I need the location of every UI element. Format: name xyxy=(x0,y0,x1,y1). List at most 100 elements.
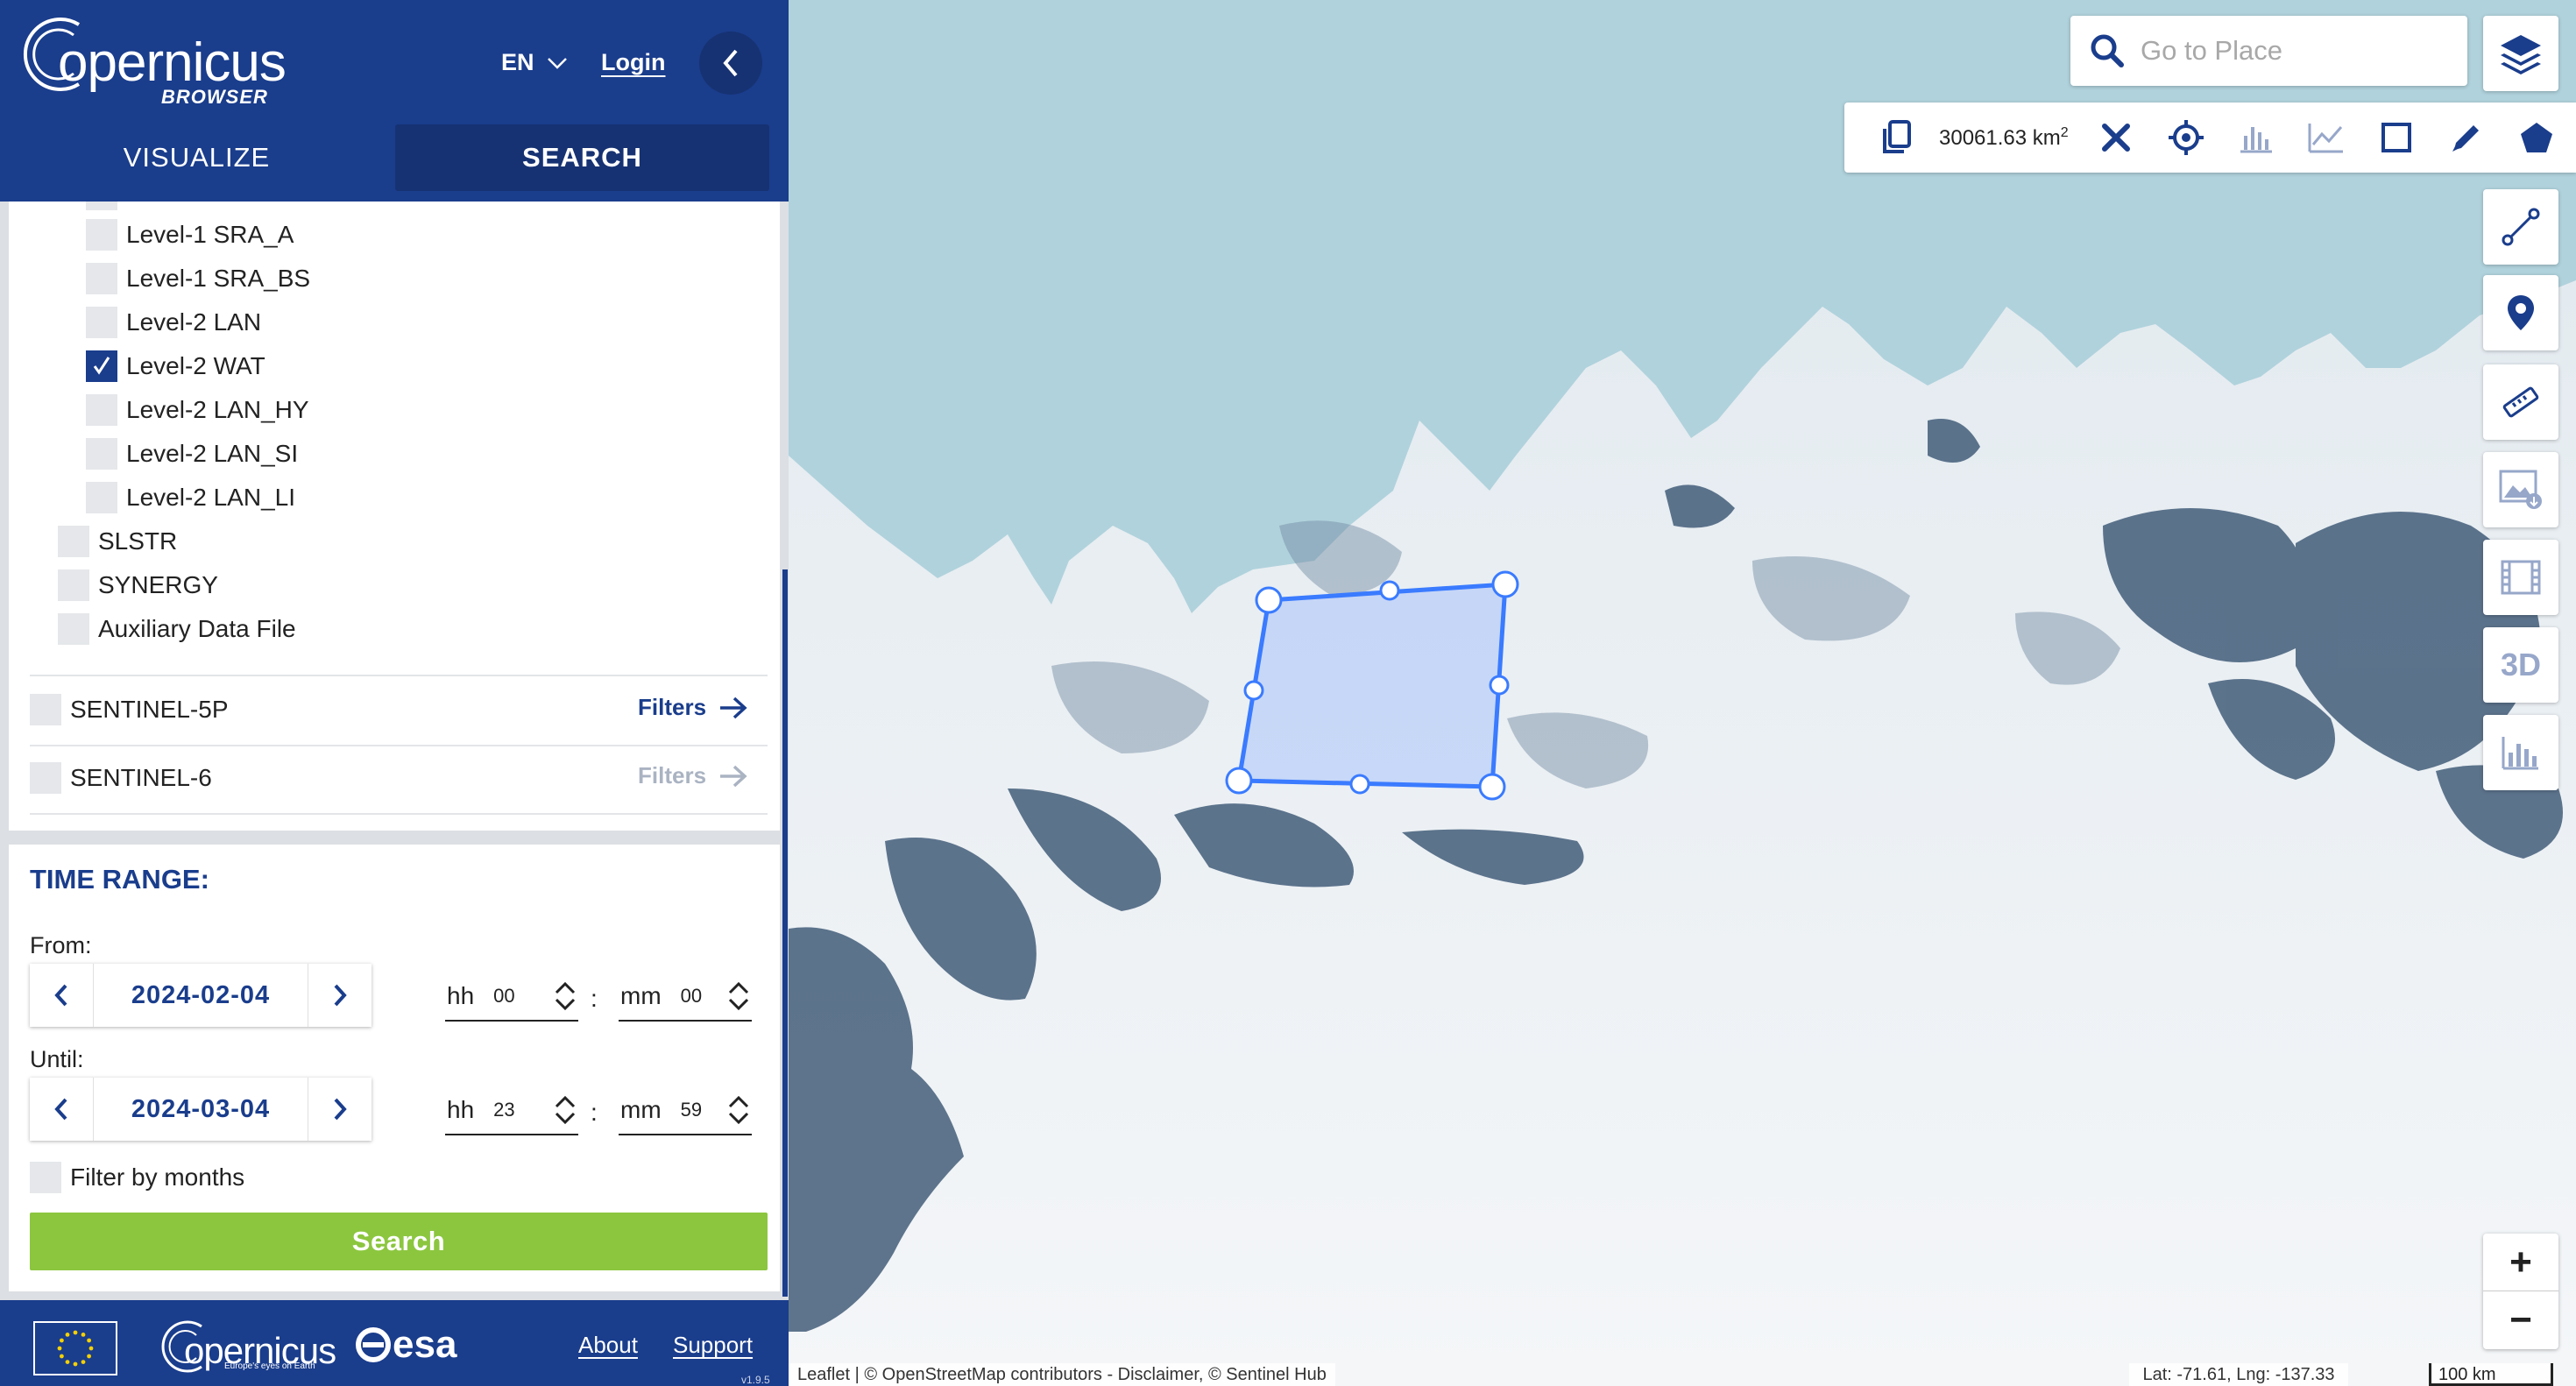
pin-button[interactable] xyxy=(2483,275,2558,350)
list-item[interactable]: Level-2 LAN_SI xyxy=(86,438,298,470)
layers-button[interactable] xyxy=(2483,16,2558,91)
tab-visualize[interactable]: VISUALIZE xyxy=(0,124,393,191)
until-hour-value[interactable]: 23 xyxy=(493,1099,528,1121)
until-date-value[interactable]: 2024-03-04 xyxy=(93,1078,308,1141)
line-chart-icon xyxy=(2308,124,2343,153)
time-range-title: TIME RANGE: xyxy=(30,864,209,895)
center-aoi-button[interactable] xyxy=(2151,103,2221,173)
edit-aoi-button[interactable] xyxy=(2431,103,2502,173)
tab-search[interactable]: SEARCH xyxy=(394,124,769,191)
checkbox[interactable] xyxy=(86,394,117,426)
eu-stars-icon xyxy=(57,1330,94,1367)
from-hour-value[interactable]: 00 xyxy=(493,985,528,1008)
stepper-icon[interactable] xyxy=(727,980,750,1012)
checkbox[interactable] xyxy=(58,569,89,601)
checkbox[interactable] xyxy=(30,694,61,725)
checkbox[interactable] xyxy=(86,219,117,251)
from-prev-day-button[interactable] xyxy=(30,964,93,1027)
header: opernicus BROWSER EN Login VISUALIZE SEA… xyxy=(0,0,789,202)
list-item[interactable]: Level-2 WAT xyxy=(86,350,265,382)
3d-view-button[interactable]: 3D xyxy=(2483,627,2558,703)
until-prev-day-button[interactable] xyxy=(30,1078,93,1141)
until-minute-value[interactable]: 59 xyxy=(681,1099,716,1121)
zoom-in-button[interactable]: + xyxy=(2483,1234,2558,1291)
place-search-box[interactable] xyxy=(2070,16,2467,86)
minute-unit-label: mm xyxy=(620,1096,662,1123)
checkbox[interactable] xyxy=(58,526,89,557)
esa-logo[interactable]: esa xyxy=(356,1323,456,1367)
list-item[interactable]: Auxiliary Data File xyxy=(58,613,296,645)
list-item[interactable]: Level-2 LAN_HY xyxy=(86,394,309,426)
measure-button[interactable] xyxy=(2483,364,2558,440)
divider xyxy=(30,675,768,676)
search-button[interactable]: Search xyxy=(30,1213,768,1270)
measure-line-button[interactable] xyxy=(2483,189,2558,265)
checkbox[interactable] xyxy=(30,762,61,794)
zoom-out-button[interactable]: − xyxy=(2483,1291,2558,1349)
login-link[interactable]: Login xyxy=(601,49,665,76)
scale-bar: 100 km xyxy=(2429,1363,2553,1386)
checkbox[interactable] xyxy=(86,482,117,513)
from-date-value[interactable]: 2024-02-04 xyxy=(93,964,308,1027)
stepper-icon[interactable] xyxy=(727,1094,750,1126)
checkbox[interactable] xyxy=(86,307,117,338)
checkbox[interactable] xyxy=(86,438,117,470)
from-next-day-button[interactable] xyxy=(308,964,372,1027)
copy-icon xyxy=(1883,120,1911,153)
logo-wordmark: opernicus xyxy=(58,32,287,93)
datasource-panel: Level-1 SRA_A Level-1 SRA_BS Level-2 LAN… xyxy=(9,202,780,831)
map-attribution[interactable]: Leaflet | © OpenStreetMap contributors -… xyxy=(789,1363,1335,1386)
sentinel-5p-filters-link[interactable]: Filters xyxy=(638,694,748,721)
from-hour-field[interactable]: hh 00 xyxy=(445,972,578,1022)
clear-aoi-button[interactable] xyxy=(2081,103,2151,173)
dataset-label: SLSTR xyxy=(98,527,178,555)
mission-row-sentinel-5p[interactable]: SENTINEL-5P xyxy=(30,694,229,725)
map-view[interactable]: Leaflet | © OpenStreetMap contributors -… xyxy=(789,0,2576,1386)
list-item[interactable]: SLSTR xyxy=(58,526,177,557)
checkbox[interactable] xyxy=(58,613,89,645)
list-item[interactable]: Level-2 LAN xyxy=(86,307,261,338)
until-minute-field[interactable]: mm 59 xyxy=(619,1086,752,1135)
draw-polygon-button[interactable] xyxy=(2502,103,2572,173)
list-item[interactable]: Level-1 SRA_A xyxy=(86,219,294,251)
stepper-icon[interactable] xyxy=(554,980,577,1012)
eu-flag-logo[interactable] xyxy=(33,1321,117,1375)
draw-rectangle-button[interactable] xyxy=(2361,103,2431,173)
list-item[interactable]: Level-1 SRA_BS xyxy=(86,263,310,294)
mission-row-sentinel-6[interactable]: SENTINEL-6 xyxy=(30,762,212,794)
place-search-input[interactable] xyxy=(2141,35,2456,67)
statistics-button[interactable] xyxy=(2221,103,2291,173)
language-selector[interactable]: EN xyxy=(501,49,568,76)
pentagon-icon xyxy=(2520,123,2552,152)
sidebar-scrollbar[interactable] xyxy=(782,569,788,1297)
checkbox-checked[interactable] xyxy=(86,350,117,382)
crosshair-icon xyxy=(2168,120,2204,155)
dataset-label: Level-2 WAT xyxy=(126,352,265,379)
dataset-label: Auxiliary Data File xyxy=(98,615,296,642)
checkbox[interactable] xyxy=(30,1162,61,1193)
collapse-sidebar-button[interactable] xyxy=(699,32,762,95)
aoi-polygon xyxy=(1225,570,1519,801)
sentinel-6-filters-link[interactable]: Filters xyxy=(638,762,748,789)
checkbox[interactable] xyxy=(86,263,117,294)
chevron-left-icon xyxy=(54,1098,67,1121)
until-next-day-button[interactable] xyxy=(308,1078,372,1141)
list-item[interactable]: Level-2 LAN_LI xyxy=(86,482,295,513)
copy-aoi-button[interactable] xyxy=(1862,103,1932,173)
from-minute-value[interactable]: 00 xyxy=(681,985,716,1008)
until-hour-field[interactable]: hh 23 xyxy=(445,1086,578,1135)
about-link[interactable]: About xyxy=(578,1332,638,1359)
timelapse-button[interactable] xyxy=(2483,540,2558,615)
stepper-icon[interactable] xyxy=(554,1094,577,1126)
list-item[interactable]: SYNERGY xyxy=(58,569,218,601)
line-icon xyxy=(2502,208,2540,246)
checkbox[interactable] xyxy=(86,202,117,210)
film-icon xyxy=(2501,560,2541,595)
support-link[interactable]: Support xyxy=(673,1332,753,1359)
histogram-button[interactable] xyxy=(2483,715,2558,790)
list-item[interactable] xyxy=(86,202,126,210)
from-minute-field[interactable]: mm 00 xyxy=(619,972,752,1022)
image-download-button[interactable] xyxy=(2483,452,2558,527)
filter-by-months-option[interactable]: Filter by months xyxy=(30,1162,244,1193)
timelapse-chart-button[interactable] xyxy=(2291,103,2361,173)
